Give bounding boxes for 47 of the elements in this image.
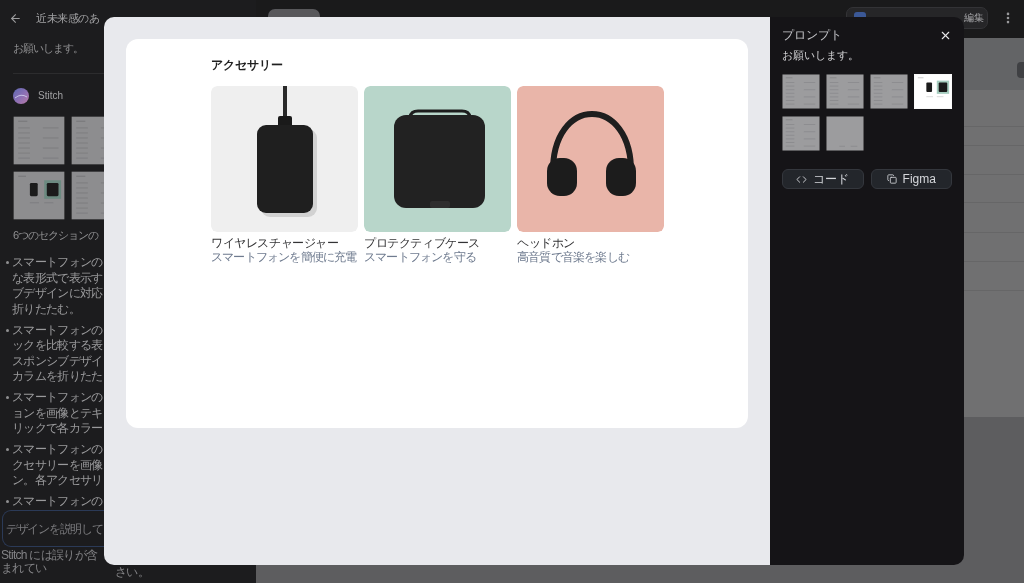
disclaimer-text: Stitch には誤りが含まれてい bbox=[0, 549, 99, 575]
product-name: ヘッドホン bbox=[517, 236, 575, 250]
disclaimer-text: さい。 bbox=[115, 566, 149, 579]
mode-chip[interactable] bbox=[268, 9, 320, 17]
logo-icon bbox=[13, 88, 29, 104]
bullet-line: ックを比較する表 bbox=[12, 338, 103, 354]
screen-thumbnail[interactable] bbox=[782, 74, 820, 109]
bullet-line: 折りたたむ。 bbox=[12, 301, 80, 317]
back-arrow-icon[interactable] bbox=[9, 11, 22, 25]
section-title: アクセサリー bbox=[211, 58, 283, 72]
screen-thumbnail[interactable] bbox=[870, 74, 908, 109]
product-description: 高音質で音楽を楽しむ bbox=[517, 250, 629, 264]
copy-icon bbox=[886, 174, 897, 184]
bullet-line: ブデザインに対応 bbox=[12, 286, 103, 302]
bullet-line: ョンを画像とテキ bbox=[12, 405, 103, 421]
bullet-line: スマートフォンの bbox=[12, 255, 103, 271]
bullet-line: スポンシブデザイ bbox=[12, 353, 103, 369]
summary-text: 6つのセクションの bbox=[13, 228, 99, 242]
screen-thumbnail[interactable] bbox=[71, 116, 104, 165]
bullet-line: スマートフォンの bbox=[12, 442, 103, 458]
bullet-line: スマートフォンの bbox=[12, 322, 103, 338]
bullet-line: スマートフォンの bbox=[12, 390, 103, 406]
screen-thumbnail[interactable] bbox=[13, 116, 65, 165]
bullet-line: な表形式で表示す bbox=[12, 270, 103, 286]
bullet-line: リックで各カラー bbox=[12, 421, 103, 437]
prompt-text: お願いします。 bbox=[13, 41, 83, 55]
bullet-line: スマートフォンの bbox=[12, 494, 103, 510]
product-name: ワイヤレスチャージャー bbox=[211, 236, 339, 250]
screen-thumbnail[interactable] bbox=[914, 74, 952, 109]
bullet-line: クセサリーを画像 bbox=[12, 457, 103, 473]
prompt-text: お願いします。 bbox=[782, 48, 859, 62]
code-button[interactable]: コード bbox=[782, 169, 864, 189]
project-title: 近未来感のあ bbox=[36, 11, 99, 25]
screen-thumbnail[interactable] bbox=[826, 74, 864, 109]
bullet-line: ン。各アクセサリ bbox=[12, 473, 103, 489]
code-icon bbox=[796, 173, 808, 185]
product-description: スマートフォンを守る bbox=[364, 250, 476, 264]
bullet-line: カラムを折りたた bbox=[12, 369, 103, 385]
screen-thumbnail[interactable] bbox=[71, 171, 104, 220]
screen-thumbnail[interactable] bbox=[826, 116, 864, 151]
figma-button[interactable]: Figma bbox=[870, 169, 952, 189]
assistant-name: Stitch bbox=[38, 89, 63, 103]
screen-thumbnail[interactable] bbox=[782, 116, 820, 151]
product-name: プロテクティブケース bbox=[364, 236, 480, 250]
screen-thumbnail[interactable] bbox=[13, 171, 65, 220]
product-description: スマートフォンを簡便に充電 bbox=[211, 250, 357, 264]
panel-title: プロンプト bbox=[782, 28, 842, 42]
